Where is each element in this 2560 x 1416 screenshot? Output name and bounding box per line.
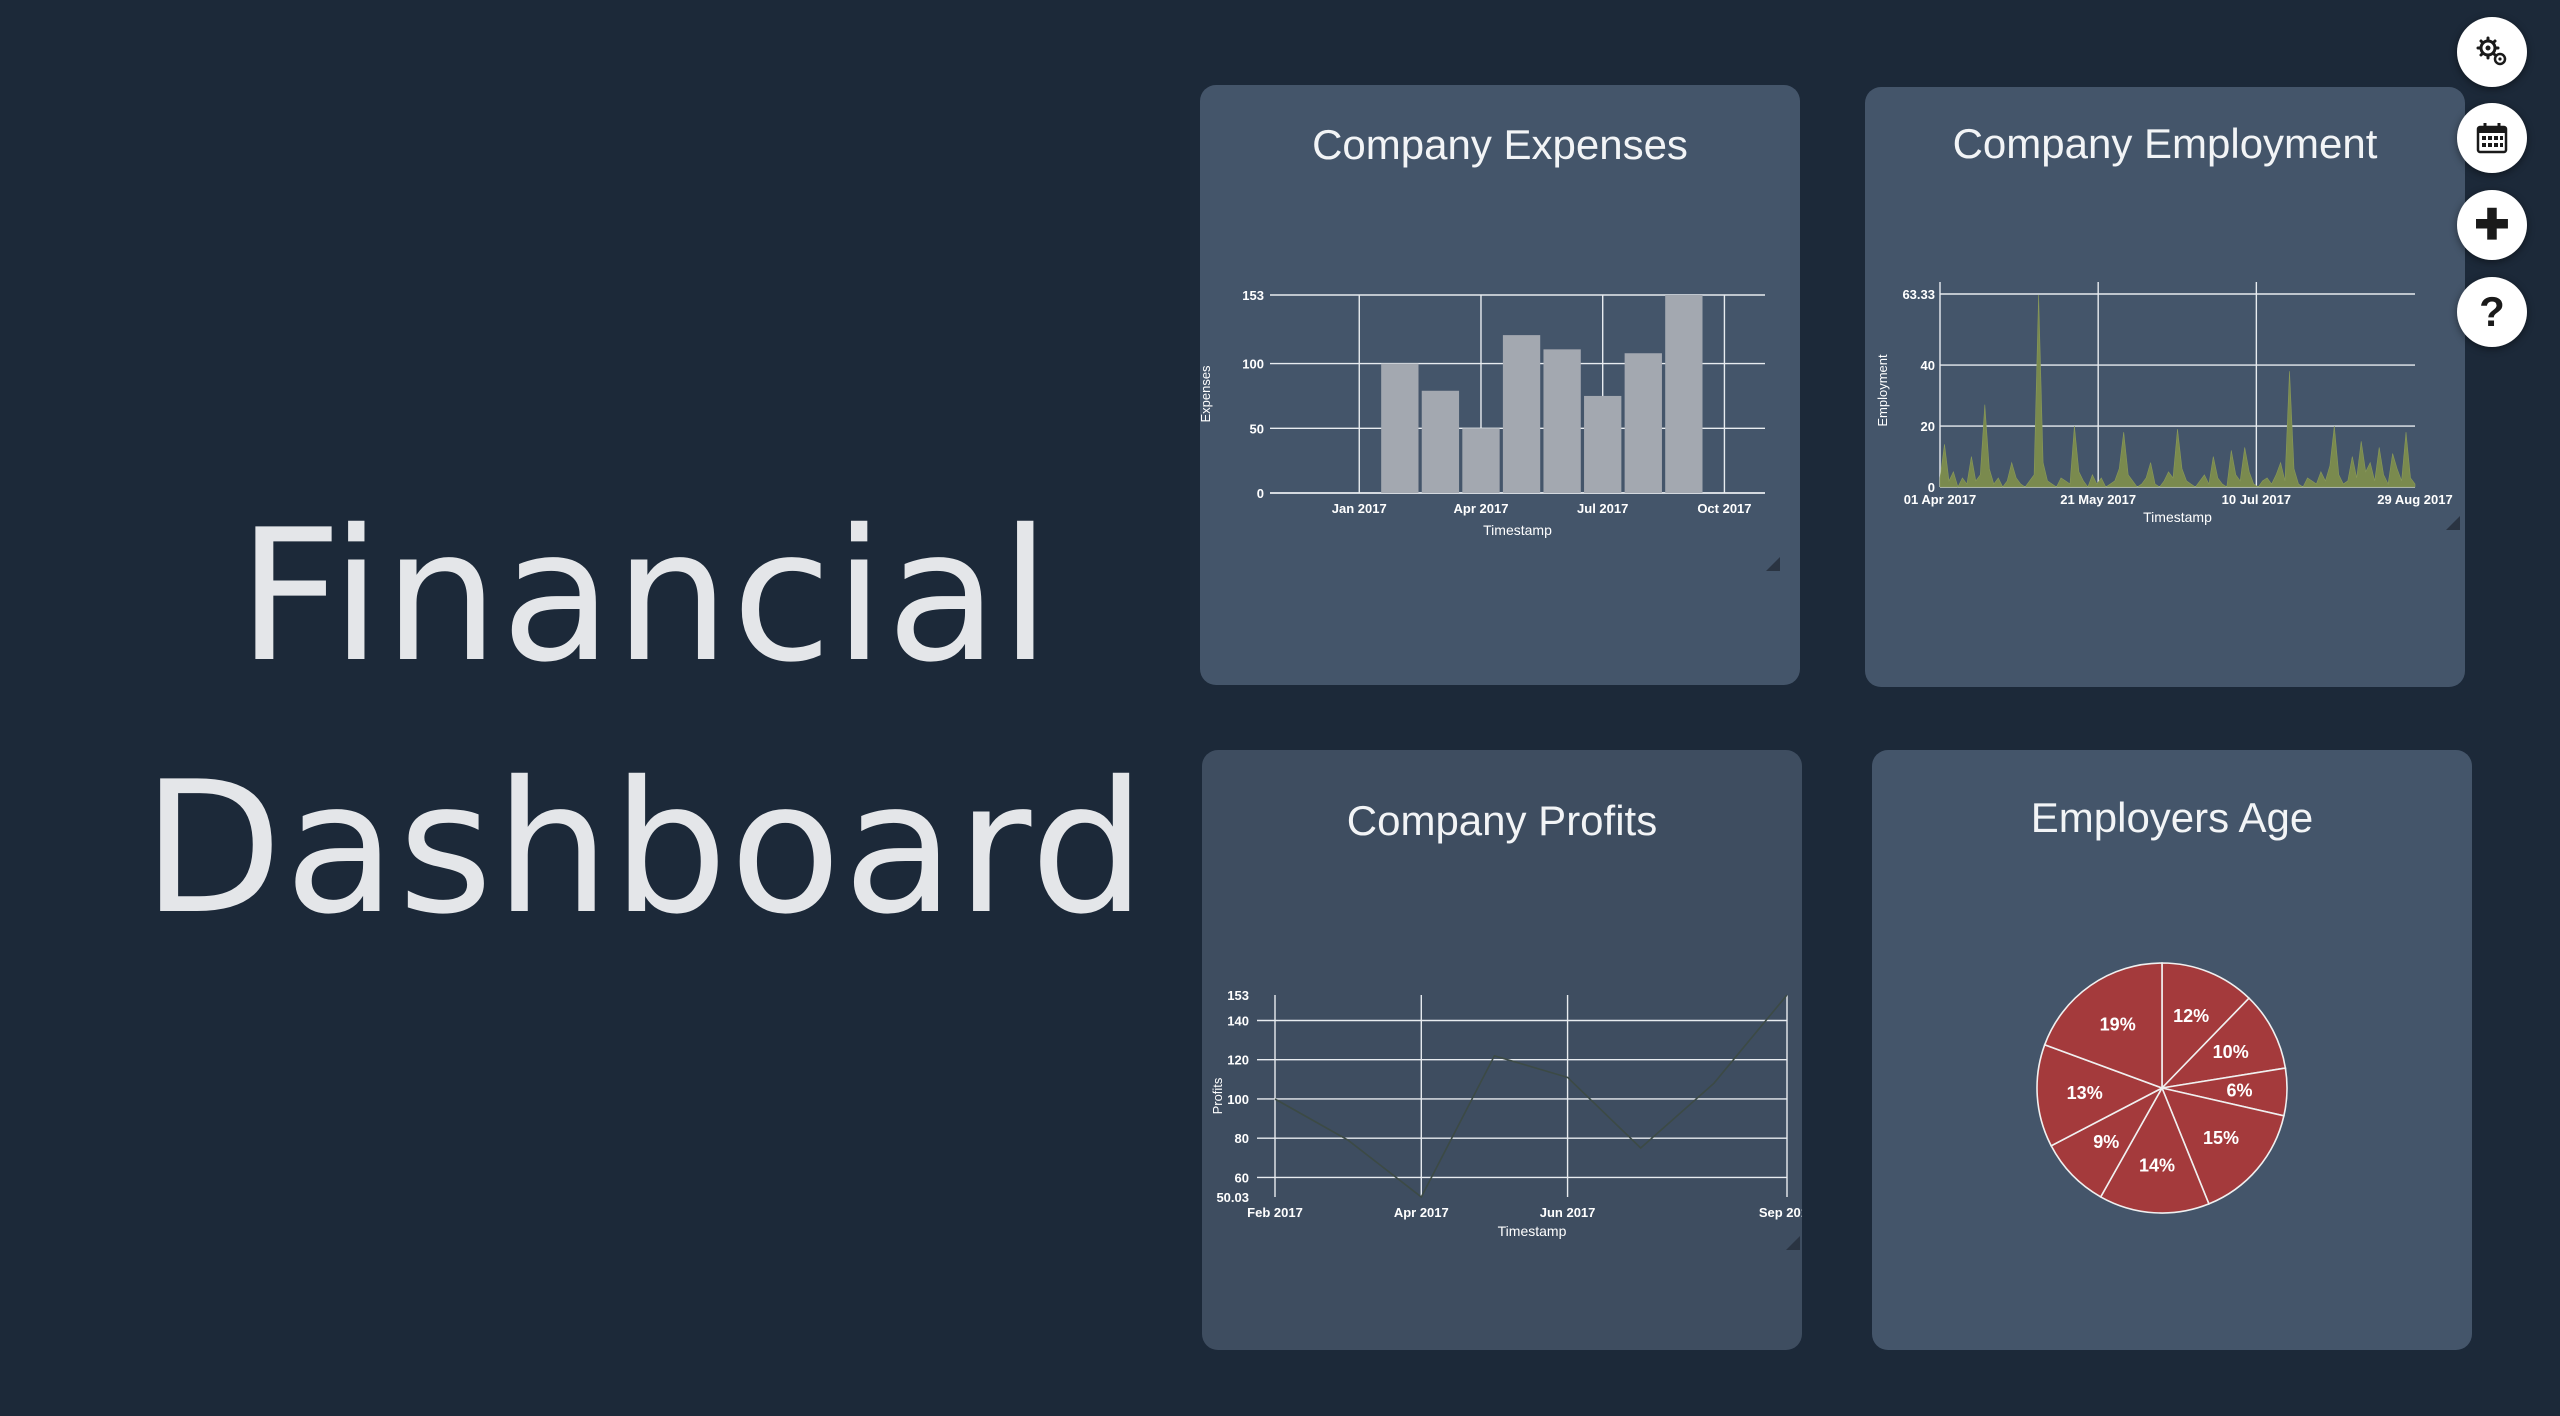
dashboard-title: Financial Dashboard	[0, 470, 1290, 974]
expenses-resize-handle[interactable]	[1766, 557, 1780, 571]
settings-button[interactable]	[2457, 17, 2527, 87]
expenses-bar	[1421, 390, 1460, 493]
dashboard-title-line1: Financial	[237, 490, 1053, 702]
expenses-ylabel: Expenses	[1200, 365, 1213, 423]
age-pie-label: 19%	[2100, 1014, 2136, 1034]
dashboard-title-line2: Dashboard	[142, 742, 1148, 954]
profits-ytick-label: 80	[1235, 1131, 1249, 1146]
age-pie-label: 14%	[2139, 1155, 2175, 1175]
expenses-ytick-label: 100	[1242, 357, 1264, 372]
employment-chart: 01 Apr 2017 21 May 2017 10 Jul 2017 29 Aug …	[1875, 282, 2453, 525]
employment-xtick-label: 29 Aug 2017	[2377, 492, 2452, 507]
gears-icon	[2476, 36, 2507, 66]
profits-ytick-label: 153	[1227, 988, 1249, 1003]
employment-xtick-label: 21 May 2017	[2060, 492, 2136, 507]
employment-area-series	[1939, 294, 2416, 488]
profits-card: Company Profits Feb 2017 Apr 2017 Jun 2017…	[1202, 750, 1802, 1350]
profits-ytick-label: 50.03	[1216, 1190, 1249, 1205]
employment-resize-handle[interactable]	[2446, 516, 2460, 530]
question-icon: ?	[2479, 288, 2505, 335]
help-button[interactable]: ?	[2457, 277, 2527, 347]
profits-xtick-label: Feb 2017	[1247, 1205, 1303, 1220]
employment-xtick-label: 10 Jul 2017	[2222, 492, 2291, 507]
expenses-ytick-label: 50	[1250, 421, 1264, 436]
profits-ytick-label: 120	[1227, 1053, 1249, 1068]
employment-ytick-label: 20	[1921, 419, 1935, 434]
age-pie-label: 9%	[2093, 1132, 2119, 1152]
expenses-ytick-label: 0	[1257, 486, 1264, 501]
age-card: Employers Age 12% 10% 6% 15% 14% 9% 13% 19%	[1872, 750, 2472, 1350]
expenses-bar	[1462, 428, 1500, 493]
employment-card: Company Employment 01 Apr 2017 21 May 201…	[1865, 87, 2465, 687]
expenses-xtick-label: Apr 2017	[1454, 501, 1509, 516]
expenses-bar	[1624, 353, 1662, 493]
profits-xtick-label: Jun 2017	[1540, 1205, 1596, 1220]
age-chart: 12%10% 6% 15% 14% 9% 13% 19%	[2036, 962, 2288, 1214]
employment-ytick-label: 63.33	[1902, 287, 1935, 302]
employment-ytick-label: 40	[1921, 358, 1935, 373]
age-pie-label: 10%	[2213, 1042, 2249, 1062]
expenses-chart: Jan 2017 Apr 2017 Jul 2017 Oct 2017 0 50 100 15…	[1200, 288, 1765, 538]
plus-icon: ✚	[2474, 201, 2510, 248]
profits-ytick-label: 60	[1235, 1170, 1249, 1185]
expenses-card: Company Expenses Jan 2017 Apr 2017 Jul 201…	[1200, 85, 1800, 685]
profits-xtick-label: Sep 2017	[1759, 1205, 1802, 1220]
age-pie-label: 13%	[2067, 1083, 2103, 1103]
profits-xlabel: Timestamp	[1498, 1223, 1567, 1239]
calendar-button[interactable]	[2457, 103, 2527, 173]
profits-line-series	[1274, 994, 1788, 1199]
age-pie-label: 15%	[2203, 1128, 2239, 1148]
profits-ytick-label: 100	[1227, 1092, 1249, 1107]
profits-ytick-label: 140	[1227, 1014, 1249, 1029]
expenses-bar	[1381, 363, 1419, 493]
expenses-xtick-label: Jan 2017	[1332, 501, 1387, 516]
employment-xlabel: Timestamp	[2143, 509, 2212, 525]
expenses-bar	[1543, 349, 1581, 493]
profits-resize-handle[interactable]	[1786, 1236, 1800, 1250]
age-pie-label: 12%	[2173, 1006, 2209, 1026]
expenses-ytick-label: 153	[1242, 288, 1264, 303]
employment-xtick-label: 01 Apr 2017	[1904, 492, 1977, 507]
profits-chart: Feb 2017 Apr 2017 Jun 2017 Sep 2017 50.03 60 8…	[1210, 988, 1802, 1239]
profits-xtick-label: Apr 2017	[1394, 1205, 1449, 1220]
expenses-bar	[1665, 295, 1703, 493]
expenses-bar	[1584, 395, 1622, 493]
expenses-xtick-label: Jul 2017	[1577, 501, 1628, 516]
expenses-bar	[1502, 335, 1541, 493]
employment-ylabel: Employment	[1875, 354, 1890, 427]
add-button[interactable]: ✚	[2457, 190, 2527, 260]
calendar-icon	[2476, 123, 2508, 154]
profits-ylabel: Profits	[1210, 1077, 1225, 1114]
expenses-xlabel: Timestamp	[1483, 522, 1552, 538]
employment-ytick-label: 0	[1928, 480, 1935, 495]
expenses-xtick-label: Oct 2017	[1697, 501, 1751, 516]
age-pie-label: 6%	[2226, 1081, 2252, 1101]
